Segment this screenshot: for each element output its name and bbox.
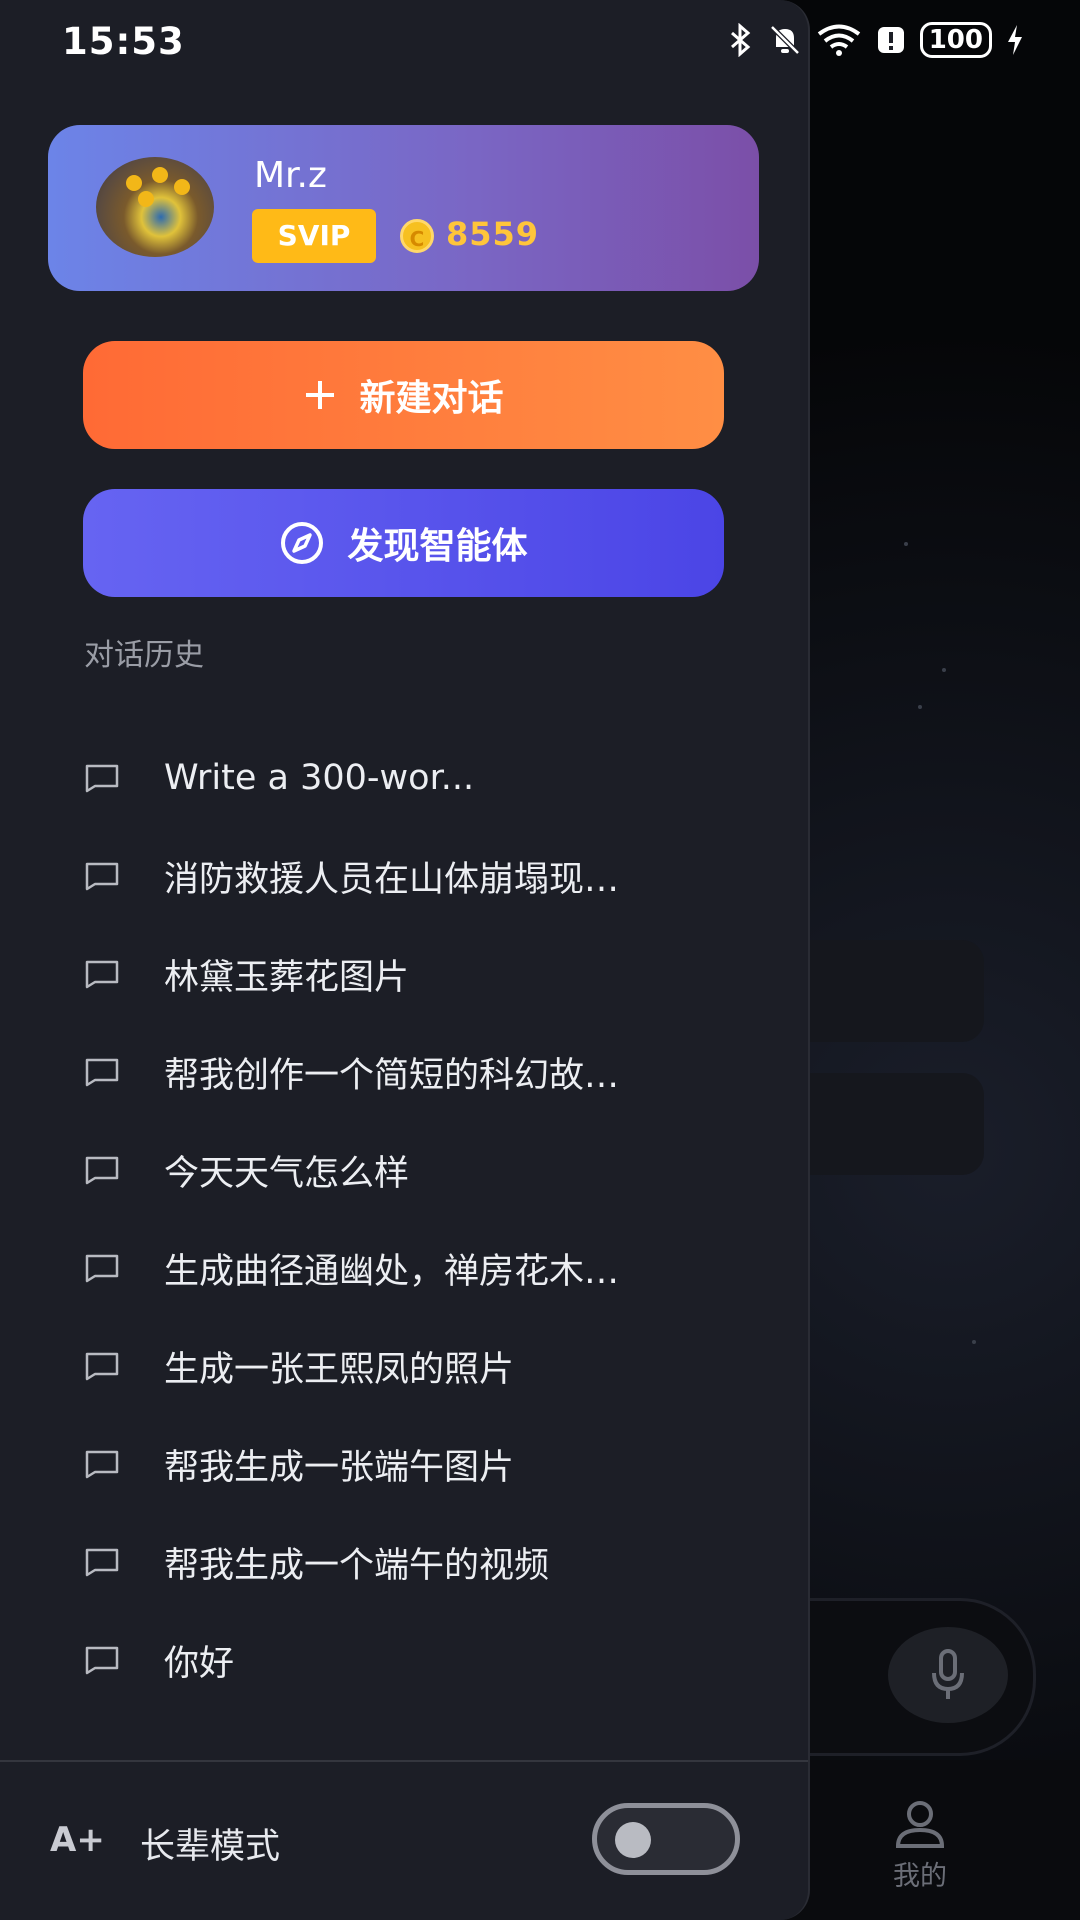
bluetooth-icon — [730, 23, 750, 57]
history-item-label: 今天天气怎么样 — [164, 1153, 410, 1194]
chat-bubble-icon — [85, 764, 119, 793]
discover-agents-button[interactable]: 发现智能体 — [83, 489, 724, 597]
bg-star — [972, 1340, 976, 1344]
tab-me[interactable]: 我的 — [860, 1800, 980, 1893]
mute-bell-icon — [769, 25, 800, 55]
history-item-label: 你好 — [164, 1643, 235, 1684]
history-title: 对话历史 — [84, 638, 204, 673]
history-item[interactable]: 林黛玉葬花图片 — [84, 934, 724, 1014]
history-item-label: Write a 300-wor... — [164, 758, 475, 798]
history-item[interactable]: 帮我创作一个简短的科幻故… — [84, 1032, 724, 1112]
history-item-label: 林黛玉葬花图片 — [164, 957, 410, 998]
history-item[interactable]: 生成一张王熙凤的照片 — [84, 1326, 724, 1406]
chat-bubble-icon — [85, 1156, 119, 1185]
alert-icon — [877, 27, 904, 53]
history-item-label: 帮我生成一张端午图片 — [164, 1447, 515, 1488]
bg-star — [904, 542, 908, 546]
status-bar: 15:53 100 — [0, 0, 1080, 86]
divider — [0, 1760, 808, 1762]
side-drawer: Mr.z SVIP C 8559 新建对话 发现智能体 对话历史 Write a… — [0, 0, 810, 1920]
charging-icon — [1008, 25, 1022, 55]
toggle-knob — [615, 1822, 651, 1858]
font-size-icon: A+ — [50, 1820, 105, 1860]
chat-bubble-icon — [85, 1548, 119, 1577]
history-item-label: 生成曲径通幽处，禅房花木… — [164, 1251, 620, 1292]
status-time: 15:53 — [62, 20, 185, 63]
elder-mode-label: 长辈模式 — [140, 1827, 281, 1867]
history-item[interactable]: Write a 300-wor... — [84, 738, 724, 818]
history-item-label: 帮我生成一个端午的视频 — [164, 1545, 550, 1586]
mic-button[interactable] — [888, 1627, 1008, 1723]
chat-bubble-icon — [85, 1352, 119, 1381]
chat-bubble-icon — [85, 960, 119, 989]
status-icons: 100 — [728, 22, 1024, 58]
mic-icon — [932, 1649, 964, 1699]
chat-bubble-icon — [85, 1450, 119, 1479]
history-item[interactable]: 帮我生成一张端午图片 — [84, 1424, 724, 1504]
avatar[interactable] — [96, 157, 214, 257]
discover-label: 发现智能体 — [347, 526, 528, 567]
history-item-label: 消防救援人员在山体崩塌现… — [164, 859, 620, 900]
history-item[interactable]: 消防救援人员在山体崩塌现… — [84, 836, 724, 916]
bg-star — [942, 668, 946, 672]
history-item[interactable]: 你好 — [84, 1620, 724, 1700]
chat-bubble-icon — [85, 862, 119, 891]
new-chat-label: 新建对话 — [359, 378, 504, 419]
history-item[interactable]: 今天天气怎么样 — [84, 1130, 724, 1210]
new-chat-button[interactable]: 新建对话 — [83, 341, 724, 449]
chat-bubble-icon — [85, 1058, 119, 1087]
person-icon — [895, 1801, 945, 1848]
plus-icon — [306, 381, 335, 409]
wifi-icon — [817, 24, 860, 56]
profile-card[interactable]: Mr.z SVIP C 8559 — [48, 125, 759, 291]
username: Mr.z — [254, 155, 327, 196]
history-item-label: 帮我创作一个简短的科幻故… — [164, 1055, 620, 1096]
history-item[interactable]: 帮我生成一个端午的视频 — [84, 1522, 724, 1602]
compass-icon — [281, 522, 324, 564]
coin-icon: C — [400, 219, 434, 253]
svip-badge: SVIP — [252, 209, 376, 263]
battery-indicator: 100 — [919, 22, 992, 58]
chat-bubble-icon — [85, 1646, 119, 1675]
bg-star — [918, 705, 922, 709]
chat-bubble-icon — [85, 1254, 119, 1283]
elder-mode-toggle[interactable] — [592, 1803, 740, 1875]
coin-count: 8559 — [446, 215, 540, 253]
history-item[interactable]: 生成曲径通幽处，禅房花木… — [84, 1228, 724, 1308]
history-item-label: 生成一张王熙凤的照片 — [164, 1349, 515, 1390]
